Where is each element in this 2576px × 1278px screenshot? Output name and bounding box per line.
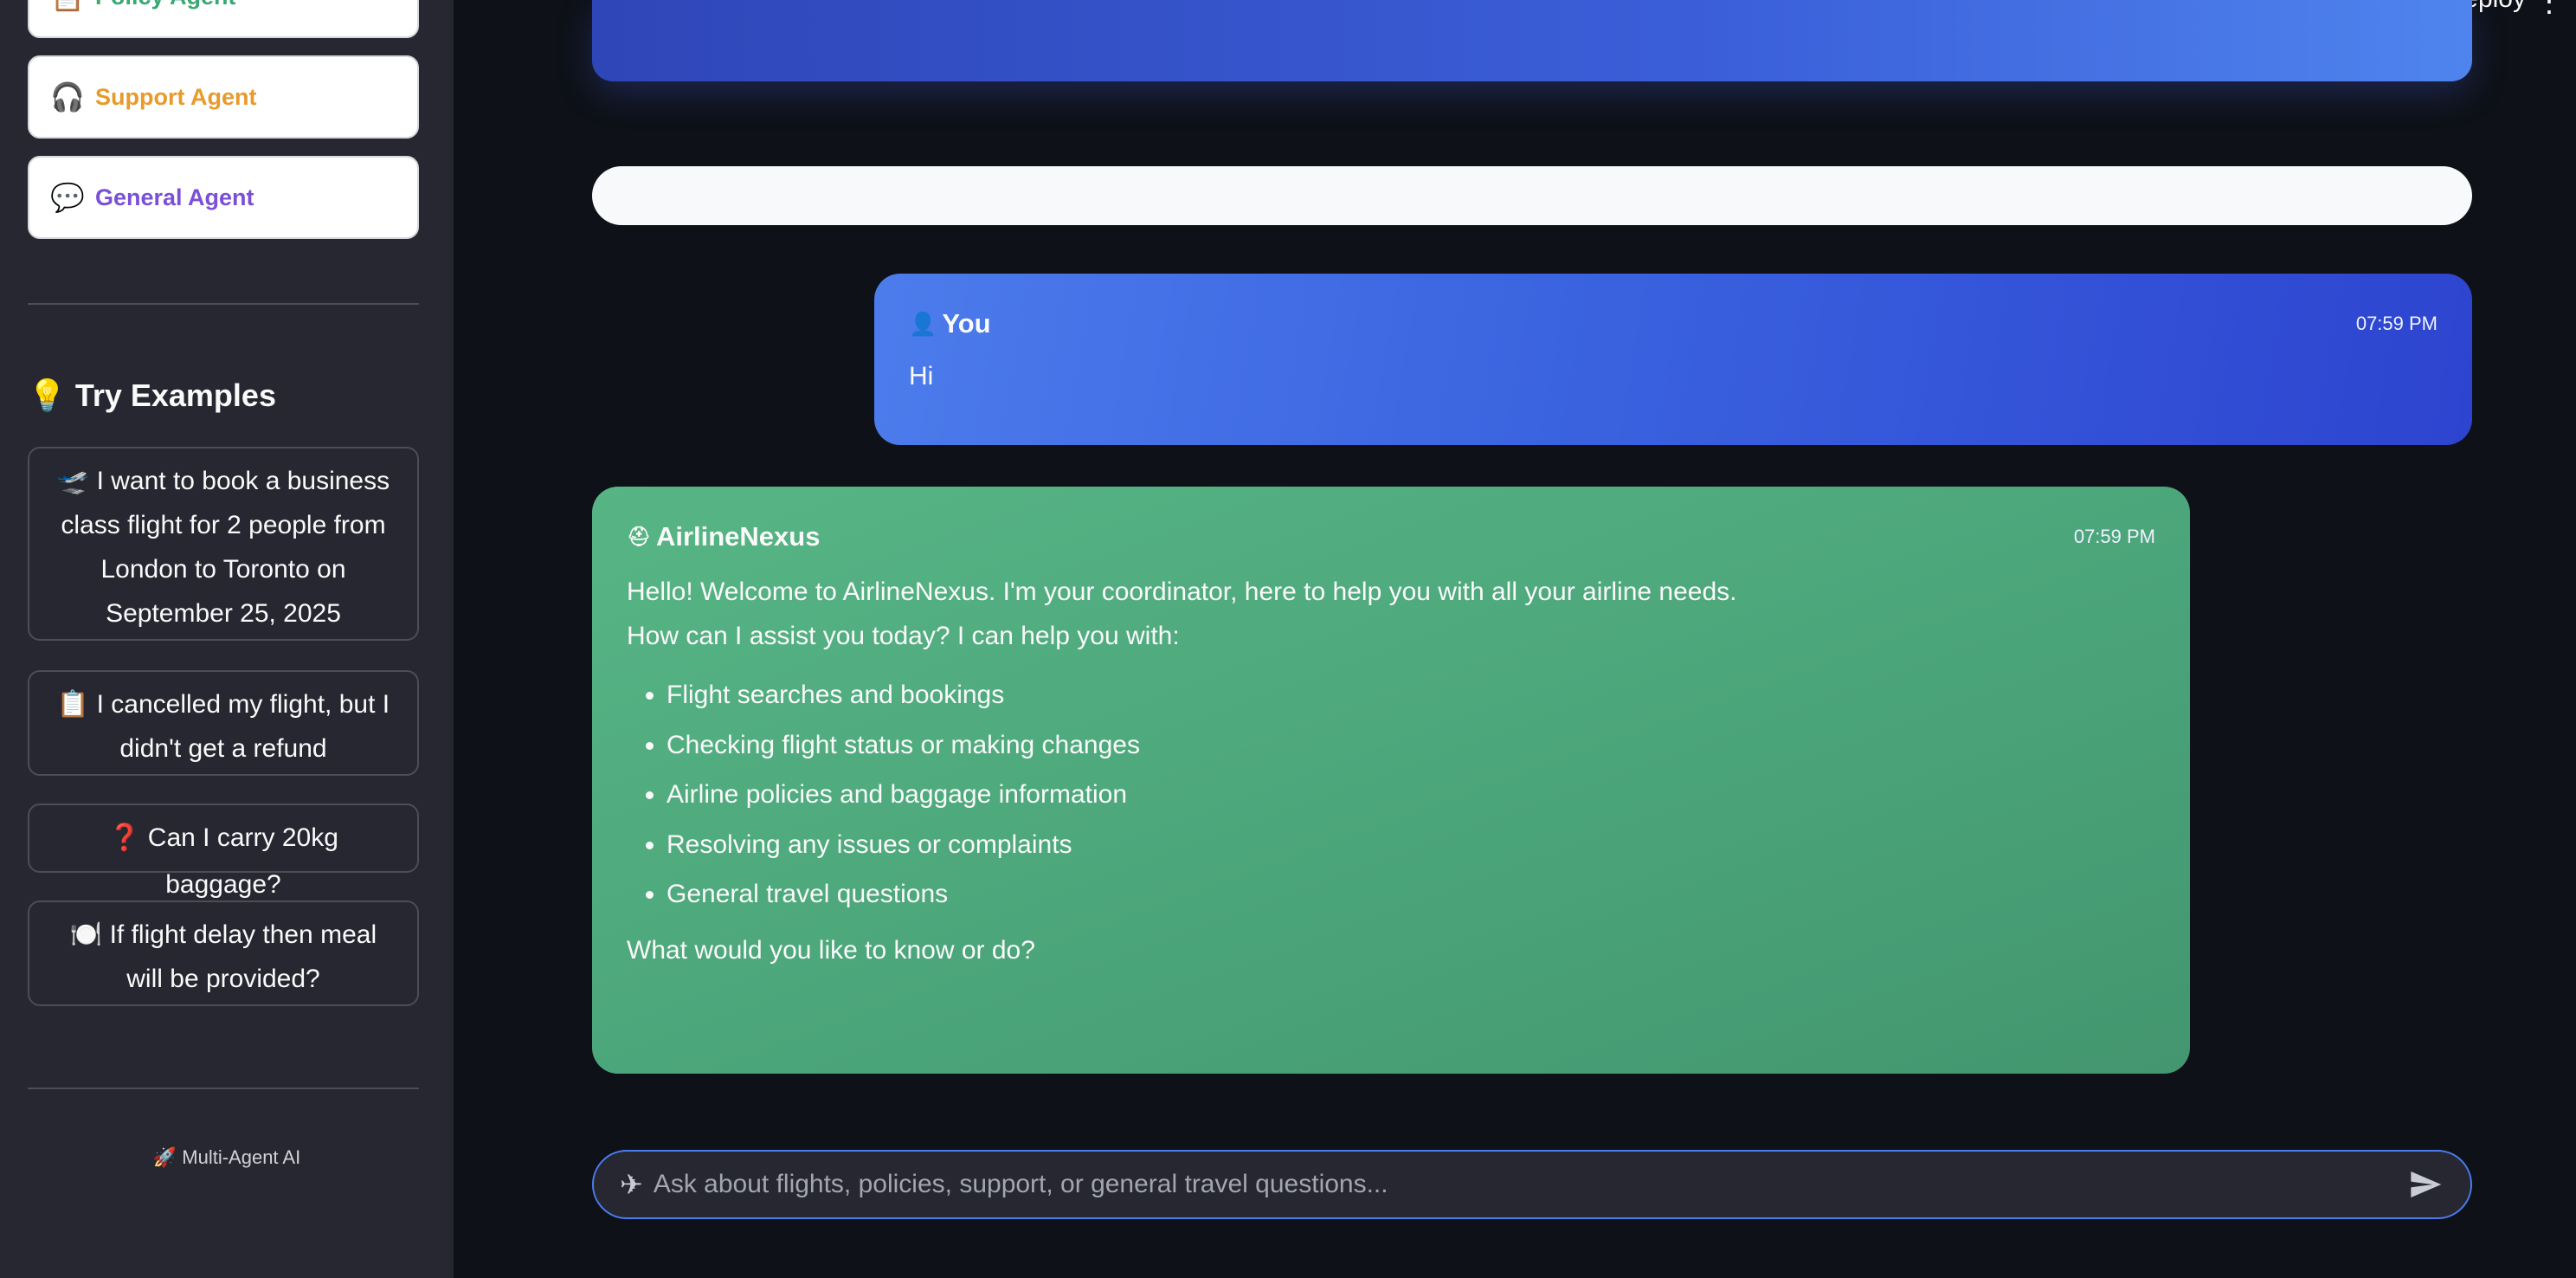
assistant-message: ⛑ AirlineNexus 07:59 PM Hello! Welcome t… <box>592 487 2190 1074</box>
send-button[interactable] <box>2406 1165 2444 1204</box>
clipboard-icon: 📋 <box>50 0 95 13</box>
lightbulb-icon: 💡 <box>28 378 67 413</box>
assistant-sender: ⛑ AirlineNexus <box>627 521 821 552</box>
assistant-question: How can I assist you today? I can help y… <box>627 622 1180 650</box>
message-timestamp: 07:59 PM <box>2073 526 2155 547</box>
footer-note: 🚀 Multi-Agent AI <box>152 1146 301 1168</box>
question-mark-icon: ❓ <box>108 823 141 852</box>
main-area: Deploy ⋮ 👤 You 07:59 PM Hi ⛑ AirlineNexu… <box>454 0 2576 1278</box>
try-examples-heading: 💡 Try Examples <box>28 378 276 413</box>
headphones-icon: 🎧 <box>50 81 85 113</box>
list-item: General travel questions <box>667 869 2155 920</box>
more-options-icon[interactable]: ⋮ <box>2534 0 2564 19</box>
info-bar <box>592 166 2472 225</box>
airplane-icon: ✈ <box>620 1169 643 1200</box>
header-banner <box>592 0 2472 81</box>
list-item: Flight searches and bookings <box>667 670 2155 720</box>
list-item: Resolving any issues or complaints <box>667 820 2155 870</box>
user-sender: 👤 You <box>909 308 991 339</box>
robot-icon: ⛑ <box>627 526 651 547</box>
chat-input-box[interactable]: ✈ <box>592 1150 2472 1219</box>
assistant-capabilities-list: Flight searches and bookings Checking fl… <box>627 670 2155 920</box>
user-message: 👤 You 07:59 PM Hi <box>874 274 2472 445</box>
chat-input[interactable] <box>651 1169 2406 1200</box>
clipboard-icon: 📋 <box>56 690 90 719</box>
example-button-refund[interactable]: 📋 I cancelled my flight, but I didn't ge… <box>28 670 419 776</box>
user-avatar-icon: 👤 <box>909 310 937 337</box>
sidebar-divider-bottom <box>28 1088 419 1089</box>
support-agent-label: Support Agent <box>95 83 257 110</box>
policy-agent-label: Policy Agent <box>95 0 236 10</box>
example-button-booking[interactable]: 🛫 I want to book a business class flight… <box>28 447 419 641</box>
list-item: Airline policies and baggage information <box>667 770 2155 820</box>
example-button-baggage[interactable]: ❓ Can I carry 20kg baggage? <box>28 804 419 899</box>
send-icon <box>2411 1172 2442 1197</box>
support-agent-button[interactable]: 🎧 Support Agent <box>28 55 419 139</box>
message-timestamp: 07:59 PM <box>2355 313 2438 334</box>
sidebar-divider <box>28 303 419 305</box>
general-agent-label: General Agent <box>95 184 254 210</box>
airplane-departure-icon: 🛫 <box>56 467 90 495</box>
plate-icon: 🍽️ <box>69 920 103 949</box>
user-message-text: Hi <box>909 362 934 390</box>
assistant-greeting: Hello! Welcome to AirlineNexus. I'm your… <box>627 578 1737 606</box>
general-agent-button[interactable]: 💬 General Agent <box>28 156 419 239</box>
speech-bubble-icon: 💬 <box>50 182 85 213</box>
sidebar: 📋 Policy Agent 🎧 Support Agent 💬 General… <box>0 0 454 1278</box>
list-item: Checking flight status or making changes <box>667 720 2155 771</box>
example-button-meal[interactable]: 🍽️ If flight delay then meal will be pro… <box>28 900 419 1006</box>
policy-agent-button[interactable]: 📋 Policy Agent <box>28 0 419 38</box>
assistant-closing: What would you like to know or do? <box>627 935 1035 965</box>
